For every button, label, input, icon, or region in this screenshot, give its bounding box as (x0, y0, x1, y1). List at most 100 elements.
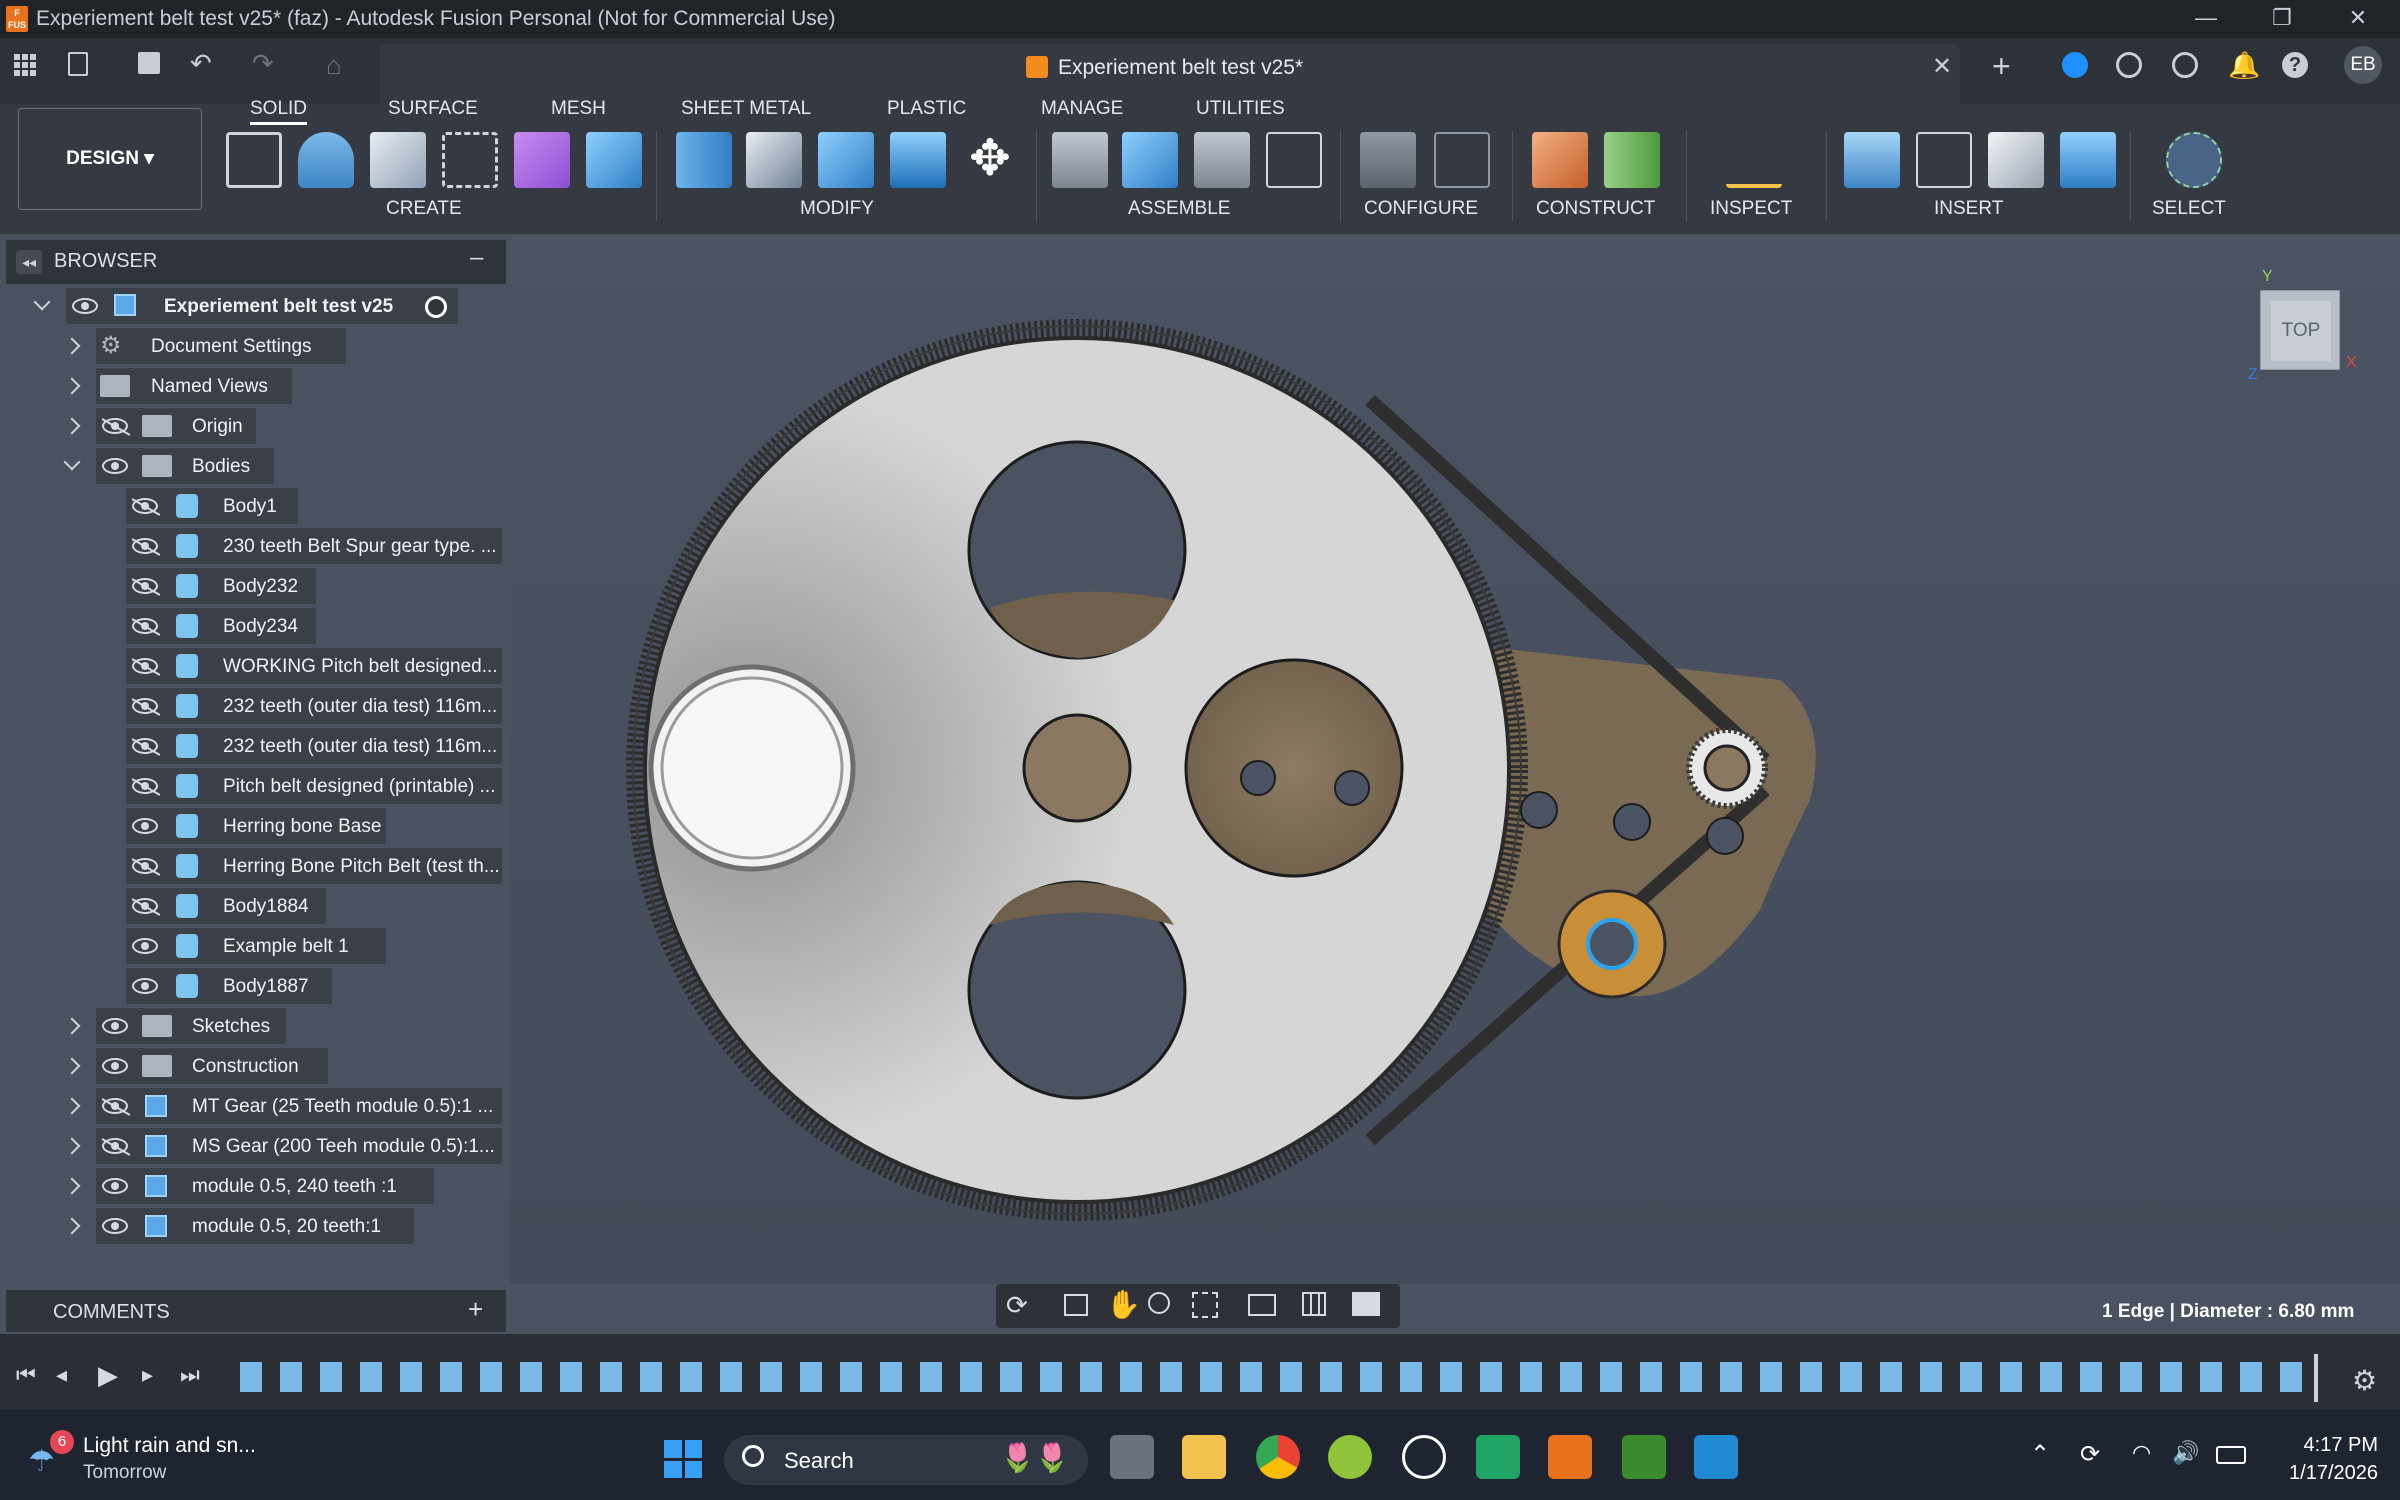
windows-start-icon[interactable] (664, 1440, 702, 1478)
chevron-right-icon[interactable] (63, 1217, 81, 1235)
chatgpt-icon[interactable] (1402, 1435, 1446, 1479)
midplane-icon[interactable] (1604, 132, 1660, 188)
create-sketch-icon[interactable] (226, 132, 282, 188)
hidden-eye-icon[interactable] (132, 698, 158, 714)
fillet-icon[interactable] (746, 132, 802, 188)
wifi-icon[interactable]: ◠ (2132, 1440, 2151, 1466)
measure-icon[interactable] (1726, 132, 1782, 188)
volume-icon[interactable]: 🔊 (2172, 1440, 2199, 1466)
center-hub[interactable] (1022, 713, 1132, 823)
chevron-right-icon[interactable] (63, 1137, 81, 1155)
configure-icon[interactable] (1360, 132, 1416, 188)
hidden-eye-icon[interactable] (102, 418, 128, 434)
zoom-icon[interactable] (1148, 1292, 1170, 1314)
maximize-button[interactable]: ❐ (2244, 0, 2320, 38)
play-icon[interactable]: ▶ (98, 1360, 118, 1391)
pan-hand-icon[interactable]: ✋ (1106, 1288, 1141, 1321)
box-icon[interactable] (586, 132, 642, 188)
chevron-right-icon[interactable] (63, 1097, 81, 1115)
visibility-eye-icon[interactable] (102, 458, 128, 474)
new-component-icon[interactable] (1122, 132, 1178, 188)
group-select[interactable]: SELECT (2152, 198, 2226, 220)
home-icon[interactable]: ⌂ (326, 50, 342, 81)
fit-icon[interactable] (1192, 1292, 1218, 1318)
undo-icon[interactable]: ↶ (190, 48, 212, 79)
visibility-eye-icon[interactable] (102, 1218, 128, 1234)
new-tab-icon[interactable]: + (1992, 48, 2011, 85)
weather-umbrella-icon[interactable]: ☂ (28, 1444, 55, 1479)
look-at-icon[interactable] (1064, 1294, 1088, 1316)
visibility-eye-icon[interactable] (132, 938, 158, 954)
tab-manage[interactable]: MANAGE (1041, 98, 1123, 120)
orbit-icon[interactable]: ⟳ (1006, 1290, 1028, 1321)
model-canvas[interactable] (600, 300, 1840, 1240)
visibility-eye-icon[interactable] (72, 298, 98, 314)
offset-plane-icon[interactable] (1532, 132, 1588, 188)
tab-surface[interactable]: SURFACE (388, 98, 478, 120)
visibility-eye-icon[interactable] (132, 818, 158, 834)
vscode-icon[interactable] (1694, 1435, 1738, 1479)
go-to-end-icon[interactable]: ⏭ (180, 1362, 200, 1388)
close-tab-icon[interactable]: ✕ (1932, 52, 1952, 81)
sheets-icon[interactable] (1476, 1435, 1520, 1479)
group-assemble[interactable]: ASSEMBLE (1128, 198, 1230, 220)
user-avatar[interactable]: EB (2344, 46, 2382, 84)
shell-icon[interactable] (818, 132, 874, 188)
extrude-icon[interactable] (370, 132, 426, 188)
file-explorer-icon[interactable] (1182, 1435, 1226, 1479)
tab-sheet-metal[interactable]: SHEET METAL (681, 98, 811, 120)
group-configure[interactable]: CONFIGURE (1364, 198, 1478, 220)
file-menu-icon[interactable] (68, 52, 88, 76)
fusion-taskbar-icon[interactable] (1548, 1435, 1592, 1479)
form-create-icon[interactable] (514, 132, 570, 188)
weather-text[interactable]: Light rain and sn... (83, 1434, 256, 1458)
hidden-eye-icon[interactable] (132, 658, 158, 674)
group-inspect[interactable]: INSPECT (1710, 198, 1792, 220)
insert-derive-icon[interactable] (1916, 132, 1972, 188)
job-status-icon[interactable] (2062, 52, 2088, 78)
timeline-features[interactable] (240, 1362, 2310, 1392)
visibility-eye-icon[interactable] (102, 1018, 128, 1034)
close-window-button[interactable]: ✕ (2320, 0, 2396, 38)
hidden-eye-icon[interactable] (132, 738, 158, 754)
add-comment-icon[interactable]: + (468, 1294, 483, 1325)
tab-mesh[interactable]: MESH (551, 98, 606, 120)
visibility-eye-icon[interactable] (102, 1178, 128, 1194)
taskbar-search-box[interactable]: Search 🌷🌷 (724, 1435, 1088, 1485)
chevron-right-icon[interactable] (63, 377, 81, 395)
step-forward-icon[interactable]: ▸ (142, 1362, 153, 1388)
history-clock-icon[interactable] (2172, 52, 2198, 78)
hidden-eye-icon[interactable] (132, 618, 158, 634)
minecraft-icon[interactable] (1622, 1435, 1666, 1479)
insert-mcmaster-icon[interactable] (2060, 132, 2116, 188)
tray-chevron-up-icon[interactable]: ⌃ (2030, 1440, 2050, 1469)
extensions-icon[interactable] (2116, 52, 2142, 78)
minimize-button[interactable]: — (2168, 0, 2244, 38)
group-construct[interactable]: CONSTRUCT (1536, 198, 1655, 220)
visibility-eye-icon[interactable] (102, 1058, 128, 1074)
chevron-down-icon[interactable] (63, 453, 81, 471)
taskbar-date[interactable]: 1/17/2026 (2270, 1462, 2378, 1485)
sync-icon[interactable]: ⟳ (2080, 1440, 2100, 1469)
chevron-right-icon[interactable] (63, 417, 81, 435)
comments-panel[interactable]: COMMENTS + (6, 1290, 506, 1332)
tab-utilities[interactable]: UTILITIES (1196, 98, 1285, 120)
battery-icon[interactable] (2216, 1446, 2246, 1464)
hidden-eye-icon[interactable] (102, 1138, 128, 1154)
chrome-icon[interactable] (1256, 1435, 1300, 1479)
app-leaf-icon[interactable] (1328, 1435, 1372, 1479)
help-icon[interactable]: ? (2282, 52, 2308, 78)
insert-image-icon[interactable] (1844, 132, 1900, 188)
taskbar-time[interactable]: 4:17 PM (2298, 1434, 2378, 1457)
tab-plastic[interactable]: PLASTIC (887, 98, 966, 120)
configuration-table-icon[interactable] (1434, 132, 1490, 188)
timeline-settings-gear-icon[interactable]: ⚙ (2352, 1364, 2377, 1397)
insert-mesh-icon[interactable] (1988, 132, 2044, 188)
visibility-eye-icon[interactable] (132, 978, 158, 994)
step-back-icon[interactable]: ◂ (56, 1362, 67, 1388)
data-panel-grid-icon[interactable] (14, 54, 36, 76)
group-create[interactable]: CREATE (386, 198, 462, 220)
combine-icon[interactable] (890, 132, 946, 188)
task-view-icon[interactable] (1110, 1435, 1154, 1479)
hidden-eye-icon[interactable] (132, 578, 158, 594)
